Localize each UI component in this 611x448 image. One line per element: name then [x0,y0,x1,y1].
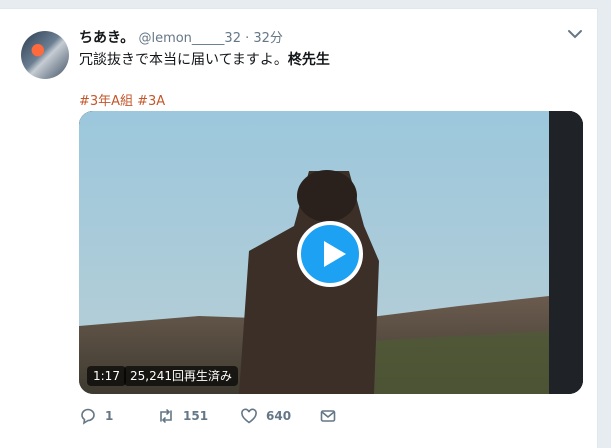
tweet-text: 冗談抜きで本当に届いてますよ。柊先生 [79,49,330,69]
heart-icon [241,408,257,424]
reply-button[interactable]: 1 [79,405,113,427]
reply-count: 1 [105,409,114,423]
separator: · [245,31,250,46]
hashtag-link[interactable]: #3年A組 [79,94,133,109]
tweet-card[interactable]: ちあき。 @lemon_____32 · 32分 冗談抜きで本当に届いてますよ。… [0,8,598,448]
retweet-button[interactable]: 151 [157,405,208,427]
avatar[interactable] [21,31,69,79]
chevron-down-icon[interactable] [566,25,584,43]
reply-icon [81,408,95,425]
like-count: 640 [266,409,292,423]
tweet-text-bold: 柊先生 [287,52,330,68]
tweet-text-body: 冗談抜きで本当に届いてますよ。 [79,52,288,68]
video-player[interactable]: 1:17 25,241回再生済み [79,111,583,394]
retweet-icon [160,409,172,423]
mail-icon [320,410,336,422]
user-handle[interactable]: @lemon_____32 [138,31,241,46]
display-name[interactable]: ちあき。 [79,30,134,46]
tweet-header: ちあき。 @lemon_____32 · 32分 [79,27,283,47]
hashtag-link[interactable]: #3A [137,94,165,109]
like-button[interactable]: 640 [240,405,291,427]
play-icon[interactable] [297,221,363,287]
timestamp[interactable]: 32分 [253,31,283,46]
video-duration: 1:17 [87,366,126,386]
video-view-count: 25,241回再生済み [124,366,238,386]
tweet-actions: 1 151 640 [79,405,379,429]
retweet-count: 151 [183,409,209,423]
direct-message-button[interactable] [319,405,345,427]
hashtags: #3年A組 #3A [79,90,169,109]
